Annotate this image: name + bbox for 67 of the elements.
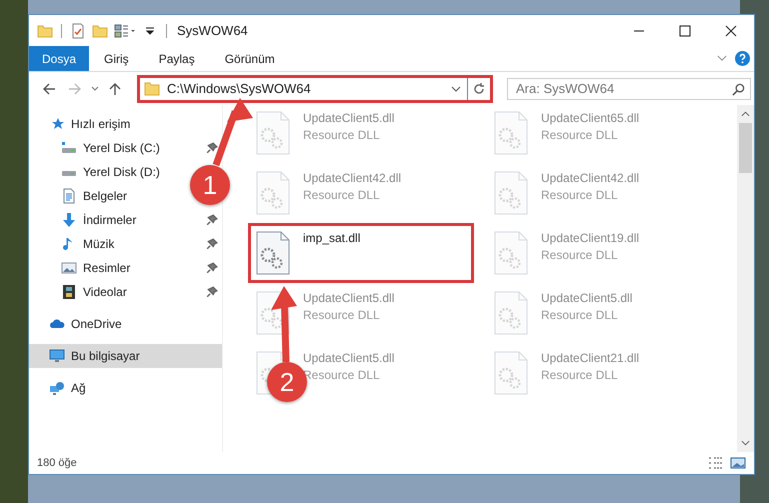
- nav-item[interactable]: Yerel Disk (D:): [29, 160, 168, 184]
- large-icons-view-icon[interactable]: [730, 456, 746, 470]
- file-name: UpdateClient5.dll: [303, 111, 394, 125]
- nav-item[interactable]: İndirmeler: [29, 208, 222, 232]
- nav-item[interactable]: Videolar: [29, 280, 222, 304]
- caret-icon[interactable]: [451, 86, 461, 92]
- file-type: Resource DLL: [303, 188, 381, 202]
- network-icon: [49, 380, 65, 396]
- file-type: Resource DLL: [541, 308, 619, 322]
- scroll-thumb[interactable]: [739, 123, 752, 173]
- monitor-icon: [49, 348, 65, 364]
- pin-icon[interactable]: [206, 262, 218, 274]
- pin-icon[interactable]: [206, 142, 218, 154]
- picture-icon: [61, 260, 77, 276]
- file-item[interactable]: imp_sat.dll: [248, 223, 474, 283]
- film-icon: [61, 284, 77, 300]
- scrollbar[interactable]: [737, 105, 754, 452]
- recent-caret-icon[interactable]: [91, 86, 99, 92]
- down-arrow-icon: [61, 212, 77, 228]
- pin-icon[interactable]: [206, 286, 218, 298]
- details-view-icon[interactable]: [708, 456, 724, 470]
- file-name: UpdateClient42.dll: [303, 171, 402, 185]
- window-title: SysWOW64: [177, 23, 248, 38]
- folder-icon: [144, 80, 160, 96]
- file-name: UpdateClient65.dll: [541, 111, 640, 125]
- address-bar[interactable]: C:\Windows\SysWOW64: [137, 74, 493, 102]
- search-field[interactable]: Ara: SysWOW64: [507, 78, 751, 100]
- drive-icon: [61, 170, 77, 176]
- nav-item[interactable]: Resimler: [29, 256, 222, 280]
- scroll-down-icon[interactable]: [741, 440, 750, 446]
- file-type: Resource DLL: [303, 308, 381, 322]
- pin-icon[interactable]: [206, 238, 218, 250]
- document-icon: [61, 188, 77, 204]
- nav-item[interactable]: Yerel Disk (C:): [29, 136, 222, 160]
- file-name: imp_sat.dll: [303, 231, 360, 245]
- file-type: Resource DLL: [541, 128, 619, 142]
- help-icon[interactable]: [735, 51, 750, 66]
- nav-item[interactable]: Müzik: [29, 232, 222, 256]
- nav-item[interactable]: OneDrive: [29, 312, 130, 336]
- annotation-arrow: [212, 98, 253, 166]
- file-name: UpdateClient19.dll: [541, 231, 640, 245]
- file-type: Resource DLL: [541, 188, 619, 202]
- file-menu-tab[interactable]: Dosya: [29, 46, 90, 71]
- file-name: UpdateClient21.dll: [541, 351, 640, 365]
- file-name: UpdateClient5.dll: [303, 291, 394, 305]
- item-count: 180 öğe: [37, 457, 77, 469]
- scroll-up-icon[interactable]: [741, 111, 750, 117]
- pin-icon[interactable]: [206, 214, 218, 226]
- file-name: UpdateClient5.dll: [541, 291, 632, 305]
- file-type: Resource DLL: [541, 248, 619, 262]
- file-type: Resource DLL: [303, 128, 381, 142]
- nav-item[interactable]: Belgeler: [29, 184, 136, 208]
- properties-icon[interactable]: [70, 22, 86, 38]
- drive-icon: [61, 140, 77, 156]
- file-name: UpdateClient5.dll: [303, 351, 394, 365]
- ribbon-tab[interactable]: Paylaş: [144, 46, 210, 71]
- ribbon-tab[interactable]: Giriş: [89, 46, 144, 71]
- nav-item[interactable]: Hızlı erişim: [29, 112, 138, 136]
- expand-ribbon-icon[interactable]: [717, 55, 727, 62]
- nav-item[interactable]: Ağ: [29, 376, 94, 400]
- nav-item[interactable]: Bu bilgisayar: [29, 344, 222, 368]
- file-type: Resource DLL: [541, 368, 619, 382]
- file-name: UpdateClient42.dll: [541, 171, 640, 185]
- search-icon[interactable]: [732, 82, 745, 96]
- view-dropdown-icon[interactable]: [114, 22, 136, 38]
- address-path: C:\Windows\SysWOW64: [167, 81, 312, 96]
- ribbon-tab[interactable]: Görünüm: [210, 46, 290, 71]
